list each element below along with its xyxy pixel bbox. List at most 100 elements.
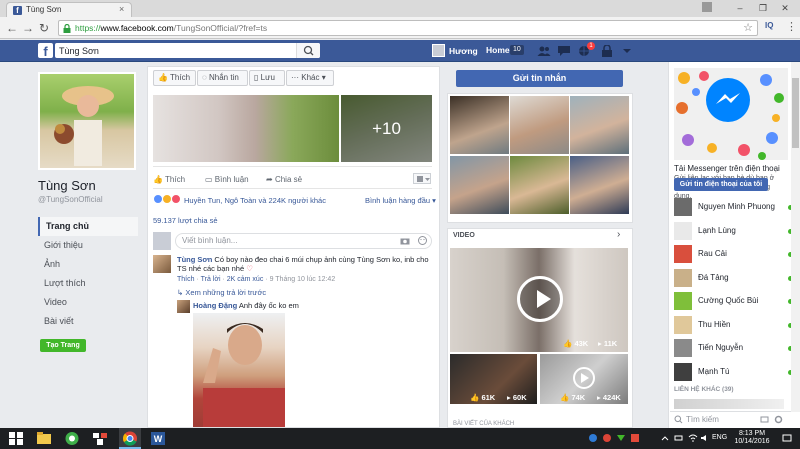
- friend-requests-icon[interactable]: [537, 45, 551, 57]
- word-icon[interactable]: W: [150, 431, 166, 446]
- account-menu-chevron-icon[interactable]: [620, 45, 634, 57]
- tray-app-icon[interactable]: [616, 433, 626, 443]
- photo-thumbnail[interactable]: [510, 156, 569, 214]
- comment-author[interactable]: Tùng Sơn: [177, 255, 212, 264]
- contact-item[interactable]: Cường Quốc Bùi: [674, 291, 794, 311]
- add-contact-icon[interactable]: [760, 415, 769, 424]
- volume-icon[interactable]: [700, 433, 710, 443]
- media-app-icon[interactable]: [64, 431, 80, 446]
- tray-app-icon[interactable]: [630, 433, 640, 443]
- chat-search-input[interactable]: Tìm kiếm: [670, 411, 796, 426]
- browser-tab[interactable]: f Tùng Sơn ×: [6, 2, 132, 17]
- tool-app-icon[interactable]: [92, 431, 108, 446]
- contact-item[interactable]: Lạnh Lùng: [674, 221, 794, 241]
- save-page-button[interactable]: ▯ Lưu: [249, 70, 285, 86]
- comment-sort-dropdown[interactable]: Bình luận hàng đầu ▾: [365, 196, 436, 205]
- comment-time[interactable]: 9 Tháng 10 lúc 12:42: [270, 276, 336, 283]
- page-handle[interactable]: @TungSonOfficial: [38, 195, 103, 204]
- post-photo[interactable]: [153, 95, 339, 162]
- send-to-phone-button[interactable]: Gửi tin điện thoại của tôi: [674, 178, 768, 191]
- like-page-button[interactable]: 👍 Thích: [153, 70, 196, 86]
- nav-videos[interactable]: Video: [38, 293, 138, 312]
- more-page-button[interactable]: ··· Khác ▾: [286, 70, 334, 86]
- chrome-menu-icon[interactable]: ⋮: [786, 20, 797, 33]
- comment-reply-link[interactable]: Trả lời: [201, 276, 221, 283]
- post-comment-button[interactable]: ▭ Bình luận: [205, 175, 249, 184]
- avatar[interactable]: [177, 300, 190, 313]
- contact-item[interactable]: Rau Cải: [674, 244, 794, 264]
- maximize-icon[interactable]: ❐: [756, 2, 770, 14]
- contact-row-partial[interactable]: [674, 399, 784, 409]
- window-close-icon[interactable]: ✕: [778, 2, 792, 14]
- chrome-icon[interactable]: [122, 431, 138, 446]
- photo-thumbnail[interactable]: [510, 96, 569, 154]
- wifi-icon[interactable]: [688, 433, 698, 443]
- comment-like-link[interactable]: Thích: [177, 276, 195, 283]
- tab-close-icon[interactable]: ×: [119, 4, 124, 14]
- photo-thumbnail[interactable]: [450, 156, 509, 214]
- contact-name: Mạnh Tú: [698, 366, 730, 376]
- minimize-icon[interactable]: –: [733, 2, 747, 14]
- extension-iq-icon[interactable]: IQ: [765, 21, 773, 30]
- battery-icon[interactable]: [674, 433, 684, 443]
- scrollbar-thumb[interactable]: [792, 78, 799, 148]
- emoji-icon[interactable]: [418, 236, 427, 245]
- videos-section-title[interactable]: VIDEO: [453, 232, 475, 239]
- contact-item[interactable]: Đá Tảng: [674, 268, 794, 288]
- tray-chrome-icon[interactable]: [602, 433, 612, 443]
- more-photos-overlay[interactable]: +10: [341, 95, 432, 162]
- photo-thumbnail[interactable]: [570, 156, 629, 214]
- contact-item[interactable]: Tiến Nguyễn: [674, 338, 794, 358]
- search-button[interactable]: [296, 43, 320, 58]
- input-language[interactable]: ENG: [712, 434, 727, 441]
- bookmark-star-icon[interactable]: ☆: [743, 21, 753, 34]
- comment-reactions-count[interactable]: 2K cảm xúc: [227, 276, 264, 283]
- file-explorer-icon[interactable]: [36, 431, 52, 446]
- reply-photo[interactable]: [193, 313, 285, 427]
- tray-app-icon[interactable]: [588, 433, 598, 443]
- taskbar-clock[interactable]: 8:13 PM 10/14/2016: [732, 430, 772, 446]
- post-like-button[interactable]: 👍 Thích: [153, 175, 185, 184]
- send-message-button[interactable]: Gửi tin nhắn: [456, 70, 623, 87]
- nav-about[interactable]: Giới thiệu: [38, 236, 138, 255]
- photo-thumbnail[interactable]: [450, 96, 509, 154]
- profile-picture[interactable]: [38, 72, 136, 170]
- windows-start-icon[interactable]: [8, 431, 24, 446]
- forward-icon[interactable]: →: [22, 21, 34, 35]
- share-count[interactable]: 59.137 lượt chia sẻ: [153, 216, 218, 225]
- nav-photos[interactable]: Ảnh: [38, 255, 138, 274]
- chevron-down-icon: ▾: [432, 196, 436, 205]
- user-profile-icon[interactable]: [700, 2, 714, 14]
- search-input[interactable]: [55, 43, 320, 58]
- contact-item[interactable]: Nguyen Minh Phuong: [674, 197, 794, 217]
- nav-home[interactable]: Trang chủ: [38, 217, 138, 236]
- nav-likes[interactable]: Lượt thích: [38, 274, 138, 293]
- reaction-names[interactable]: Huyền Tun, Ngô Toàn và 224K người khác: [184, 196, 326, 205]
- camera-icon[interactable]: [400, 237, 410, 245]
- privacy-shortcuts-icon[interactable]: [600, 45, 614, 57]
- facebook-logo-icon[interactable]: f: [38, 43, 53, 59]
- nav-posts[interactable]: Bài viết: [38, 312, 138, 331]
- comment-input[interactable]: Viết bình luận...: [175, 233, 432, 249]
- post-audience-selector[interactable]: [413, 173, 431, 184]
- contact-item[interactable]: Mạnh Tú: [674, 362, 794, 382]
- chevron-right-icon[interactable]: ›: [617, 229, 620, 240]
- photo-thumbnail[interactable]: [570, 96, 629, 154]
- reload-icon[interactable]: ↻: [39, 21, 49, 35]
- avatar[interactable]: [153, 255, 171, 273]
- post-share-button[interactable]: ➦ Chia sẻ: [266, 175, 302, 184]
- back-icon[interactable]: ←: [6, 21, 18, 35]
- message-page-button[interactable]: ◌ Nhắn tin: [197, 70, 248, 86]
- play-icon[interactable]: [517, 276, 563, 322]
- tray-expand-icon[interactable]: [660, 433, 670, 443]
- notification-center-icon[interactable]: [782, 433, 792, 443]
- view-previous-replies-link[interactable]: ↳ Xem những trả lời trước: [177, 288, 266, 297]
- contact-item[interactable]: Thu Hiền: [674, 315, 794, 335]
- reply-author[interactable]: Hoàng Đặng: [193, 301, 237, 310]
- messages-icon[interactable]: [557, 45, 571, 57]
- gear-icon[interactable]: [774, 415, 783, 424]
- home-link[interactable]: Home: [486, 45, 510, 55]
- address-bar[interactable]: https://www.facebook.com/TungSonOfficial…: [58, 20, 758, 36]
- profile-photo-illustration: [54, 86, 114, 166]
- create-page-button[interactable]: Tạo Trang: [40, 339, 86, 352]
